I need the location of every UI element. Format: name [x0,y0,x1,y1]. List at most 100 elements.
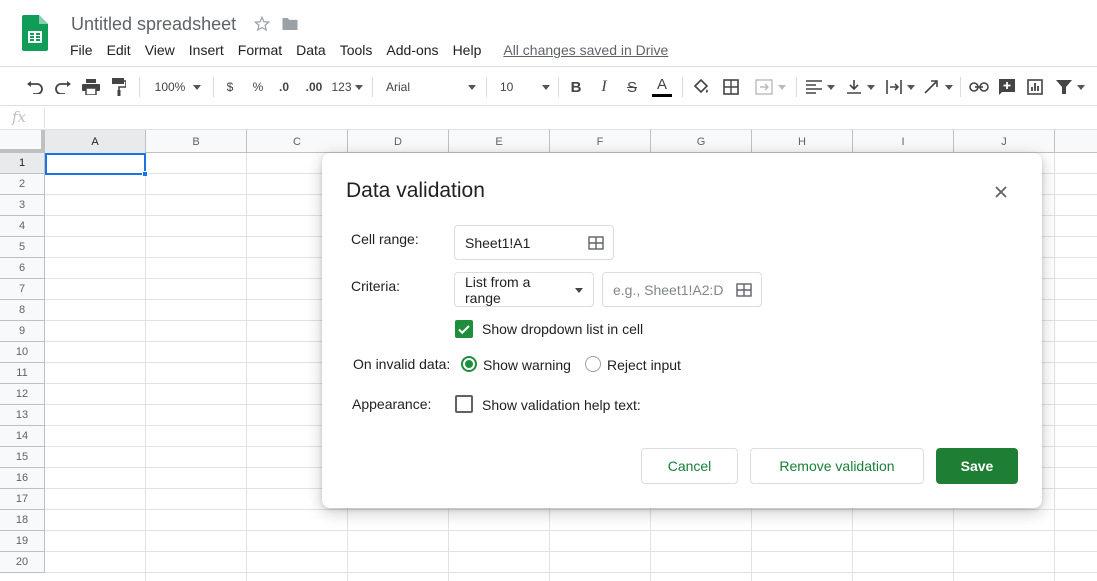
help-text-checkbox[interactable] [455,395,473,413]
insert-comment-icon[interactable] [996,75,1018,99]
select-criteria-range-icon[interactable] [736,282,752,301]
menu-edit[interactable]: Edit [107,42,138,58]
column-header-b[interactable]: B [146,130,247,153]
borders-icon[interactable] [720,75,742,99]
menu-data[interactable]: Data [296,42,333,58]
reject-input-label[interactable]: Reject input [607,357,681,373]
text-wrapping-icon[interactable] [884,75,916,99]
row-header-6[interactable]: 6 [0,258,45,279]
help-text-label[interactable]: Show validation help text: [482,397,641,413]
close-icon[interactable] [992,183,1010,201]
row-header-12[interactable]: 12 [0,384,45,405]
cell-range-label: Cell range: [351,231,419,247]
menu-tools[interactable]: Tools [340,42,380,58]
row-header-7[interactable]: 7 [0,279,45,300]
percent-format-button[interactable]: % [250,75,266,99]
row-header-3[interactable]: 3 [0,195,45,216]
column-header-d[interactable]: D [348,130,449,153]
filter-icon[interactable] [1054,75,1086,99]
font-family-select[interactable]: Arial [386,75,476,99]
currency-format-button[interactable]: $ [222,75,238,99]
star-icon[interactable] [252,14,272,34]
horizontal-align-icon[interactable] [804,75,836,99]
remove-validation-button[interactable]: Remove validation [750,448,924,484]
column-header-j[interactable]: J [954,130,1055,153]
cell-range-field[interactable]: Sheet1!A1 [454,225,614,260]
menu-help[interactable]: Help [453,42,489,58]
formula-bar: fx [0,106,1097,130]
zoom-select[interactable]: 100% [150,75,206,99]
text-color-button[interactable]: A [650,75,674,99]
row-header-14[interactable]: 14 [0,426,45,447]
menu-addons[interactable]: Add-ons [386,42,445,58]
select-range-icon[interactable] [588,235,604,254]
text-rotation-icon[interactable] [922,75,954,99]
paint-format-icon[interactable] [108,75,130,99]
italic-button[interactable]: I [594,75,614,99]
column-header-f[interactable]: F [550,130,651,153]
row-header-16[interactable]: 16 [0,468,45,489]
sheets-logo-icon[interactable] [22,15,48,51]
merge-cells-icon[interactable] [750,75,790,99]
show-warning-radio[interactable] [461,356,477,372]
show-dropdown-checkbox[interactable] [455,320,473,338]
folder-icon[interactable] [280,14,300,34]
show-dropdown-label[interactable]: Show dropdown list in cell [482,321,643,337]
column-header-h[interactable]: H [752,130,853,153]
undo-icon[interactable] [24,75,46,99]
document-title[interactable]: Untitled spreadsheet [71,14,236,35]
row-header-10[interactable]: 10 [0,342,45,363]
criteria-range-input[interactable]: e.g., Sheet1!A2:D [602,272,762,307]
column-headers: A B C D E F G H I J [0,130,1097,153]
menu-view[interactable]: View [145,42,182,58]
selected-cell-a1[interactable] [45,153,146,175]
vertical-align-icon[interactable] [844,75,876,99]
show-warning-label[interactable]: Show warning [483,357,571,373]
row-header-2[interactable]: 2 [0,174,45,195]
reject-input-radio[interactable] [585,356,601,372]
menu-file[interactable]: File [70,42,100,58]
app-header: Untitled spreadsheet File Edit View Inse… [0,0,1097,66]
column-header-k[interactable] [1055,130,1097,153]
row-header-4[interactable]: 4 [0,216,45,237]
menu-bar: File Edit View Insert Format Data Tools … [70,41,668,59]
strikethrough-button[interactable]: S [622,75,642,99]
increase-decimal-button[interactable]: .00 [302,75,326,99]
save-button[interactable]: Save [936,448,1018,484]
menu-insert[interactable]: Insert [189,42,231,58]
fill-handle[interactable] [142,171,148,177]
formula-input[interactable] [52,110,1092,126]
row-header-18[interactable]: 18 [0,510,45,531]
bold-button[interactable]: B [566,75,586,99]
row-header-19[interactable]: 19 [0,531,45,552]
row-header-15[interactable]: 15 [0,447,45,468]
insert-chart-icon[interactable] [1024,75,1046,99]
menu-format[interactable]: Format [238,42,289,58]
row-header-8[interactable]: 8 [0,300,45,321]
column-header-e[interactable]: E [449,130,550,153]
row-header-13[interactable]: 13 [0,405,45,426]
redo-icon[interactable] [52,75,74,99]
more-formats-select[interactable]: 123 [330,75,364,99]
column-header-c[interactable]: C [247,130,348,153]
column-header-i[interactable]: I [853,130,954,153]
fill-color-icon[interactable] [690,75,712,99]
cancel-button[interactable]: Cancel [641,448,738,484]
row-header-17[interactable]: 17 [0,489,45,510]
row-header-5[interactable]: 5 [0,237,45,258]
saved-status-link[interactable]: All changes saved in Drive [503,42,668,58]
row-header-11[interactable]: 11 [0,363,45,384]
row-header-1[interactable]: 1 [0,153,45,174]
text-color-glyph: A [656,76,667,93]
column-header-a[interactable]: A [45,130,146,153]
select-all-corner[interactable] [0,130,45,153]
criteria-select[interactable]: List from a range [454,272,594,307]
row-header-9[interactable]: 9 [0,321,45,342]
column-header-g[interactable]: G [651,130,752,153]
toolbar: 100% $ % .0 .00 123 Arial 10 B I S A [0,66,1097,106]
row-header-20[interactable]: 20 [0,552,45,573]
insert-link-icon[interactable] [968,75,990,99]
print-icon[interactable] [80,75,102,99]
decrease-decimal-button[interactable]: .0 [274,75,294,99]
font-size-select[interactable]: 10 [500,75,550,99]
